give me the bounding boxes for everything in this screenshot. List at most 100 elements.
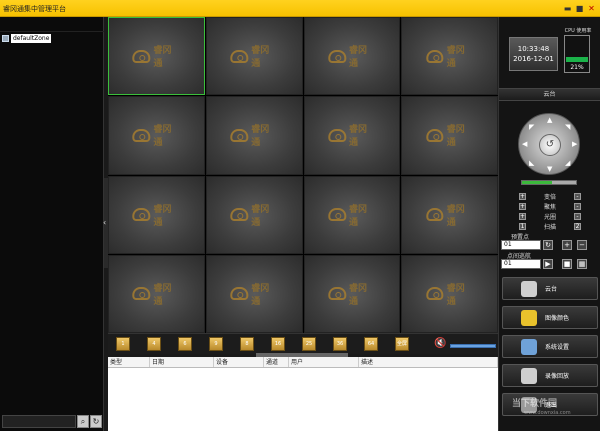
layout-button[interactable]: 6: [178, 337, 192, 351]
video-cell[interactable]: 睿冈通: [303, 96, 401, 175]
preset-remove-icon[interactable]: −: [577, 240, 587, 250]
video-cell[interactable]: 睿冈通: [205, 175, 303, 254]
ptz-decrease-button[interactable]: -: [574, 202, 581, 210]
layout-button[interactable]: 16: [271, 337, 285, 351]
video-cell[interactable]: 睿冈通: [401, 17, 498, 96]
video-cell[interactable]: 睿冈通: [303, 254, 401, 333]
search-input[interactable]: [2, 415, 76, 428]
log-column-header[interactable]: 设备: [214, 357, 264, 367]
logo-text: 睿冈通: [251, 283, 270, 307]
logo-text: 睿冈通: [153, 125, 172, 149]
log-column-header[interactable]: 日期: [150, 357, 214, 367]
video-cell[interactable]: 睿冈通: [401, 254, 498, 333]
brand-logo: 睿冈通: [328, 281, 375, 307]
arrow-right-icon[interactable]: ▶: [572, 140, 577, 148]
logo-text: 睿冈通: [153, 204, 172, 228]
log-column-header[interactable]: 通道: [264, 357, 289, 367]
zone-icon: [2, 35, 9, 42]
arrow-up-right-icon[interactable]: ◥: [565, 123, 570, 131]
cloud-icon: [425, 208, 444, 222]
ptz-increase-button[interactable]: +: [519, 192, 526, 200]
volume-slider[interactable]: [450, 344, 496, 348]
cruise-play-icon[interactable]: ▶: [543, 259, 553, 269]
brand-logo: 睿冈通: [425, 122, 473, 148]
layout-button[interactable]: 8: [240, 337, 254, 351]
zone-item[interactable]: defaultZone: [2, 34, 52, 43]
ptz-decrease-button[interactable]: -: [574, 212, 581, 220]
video-cell[interactable]: 睿冈通: [303, 17, 401, 96]
window-title: 睿冈通集中管理平台: [3, 5, 66, 13]
clock-time: 10:33:48: [517, 45, 550, 53]
layout-button[interactable]: 25: [302, 337, 316, 351]
ptz-speed-slider[interactable]: [521, 180, 577, 185]
arrow-down-left-icon[interactable]: ◣: [529, 159, 534, 167]
log-column-header[interactable]: 描述: [359, 357, 498, 367]
logo-text: 睿冈通: [153, 283, 172, 307]
arrow-up-icon[interactable]: ▲: [547, 116, 552, 124]
arrow-down-right-icon[interactable]: ◢: [565, 159, 570, 167]
refresh-icon[interactable]: ↻: [90, 415, 102, 428]
ptz-decrease-button[interactable]: 2: [574, 222, 581, 230]
brand-logo: 睿冈通: [328, 122, 375, 148]
preset-call-icon[interactable]: ↻: [543, 240, 553, 250]
side-button[interactable]: 云台: [502, 277, 598, 300]
layout-button[interactable]: 1: [116, 337, 130, 351]
cruise-grid-icon[interactable]: ▦: [577, 259, 587, 269]
ptz-direction-pad[interactable]: ▲ ▼ ◀ ▶ ◤ ◥ ◣ ◢ ↺: [518, 113, 580, 175]
speaker-muted-icon[interactable]: 🔇: [434, 338, 446, 349]
video-cell[interactable]: 睿冈通: [108, 254, 205, 333]
video-cell[interactable]: 睿冈通: [108, 17, 205, 96]
video-cell[interactable]: 睿冈通: [108, 175, 205, 254]
logo-text: 睿冈通: [348, 204, 367, 228]
cpu-label: CPU 使用率: [564, 28, 592, 34]
logo-text: 睿冈通: [251, 46, 270, 70]
arrow-left-icon[interactable]: ◀: [522, 140, 527, 148]
layout-button[interactable]: 4: [147, 337, 161, 351]
video-cell[interactable]: 睿冈通: [205, 96, 303, 175]
side-button[interactable]: 图像颜色: [502, 306, 598, 329]
ptz-decrease-button[interactable]: -: [574, 192, 581, 200]
layout-button[interactable]: 64: [364, 337, 378, 351]
arrow-up-left-icon[interactable]: ◤: [529, 123, 534, 131]
ptz-increase-button[interactable]: +: [519, 202, 526, 210]
cruise-stop-icon[interactable]: ■: [562, 259, 572, 269]
cloud-icon: [230, 49, 249, 63]
brand-logo: 睿冈通: [328, 43, 375, 69]
cpu-percent: 21%: [570, 64, 584, 71]
ptz-reset-icon[interactable]: ↺: [539, 134, 561, 156]
cpu-meter: CPU 使用率 21%: [562, 27, 594, 73]
search-icon[interactable]: ⌕: [77, 415, 89, 428]
brand-logo: 睿冈通: [230, 122, 277, 148]
cloud-icon: [230, 128, 249, 142]
chevron-left-icon: ‹: [103, 218, 107, 227]
watermark-url: www.downxia.com: [524, 410, 571, 416]
preset-add-icon[interactable]: +: [562, 240, 572, 250]
video-cell[interactable]: 睿冈通: [205, 254, 303, 333]
side-button[interactable]: 录像回放: [502, 364, 598, 387]
minimize-button[interactable]: ▬: [562, 3, 573, 14]
video-cell[interactable]: 睿冈通: [401, 96, 498, 175]
preset-select[interactable]: 01: [501, 240, 541, 250]
brand-logo: 睿冈通: [132, 43, 180, 69]
close-button[interactable]: ✕: [586, 3, 597, 14]
arrow-down-icon[interactable]: ▼: [547, 165, 552, 173]
video-cell[interactable]: 睿冈通: [401, 175, 498, 254]
cloud-icon: [328, 128, 346, 142]
log-column-header[interactable]: 类型: [108, 357, 150, 367]
layout-button[interactable]: 全屏: [395, 337, 409, 351]
ptz-increase-button[interactable]: 1: [519, 222, 526, 230]
ptz-increase-button[interactable]: +: [519, 212, 526, 220]
maximize-button[interactable]: ■: [574, 3, 585, 14]
video-cell[interactable]: 睿冈通: [108, 96, 205, 175]
cruise-select[interactable]: 01: [501, 259, 541, 269]
playback-icon: [521, 367, 537, 384]
video-cell[interactable]: 睿冈通: [303, 175, 401, 254]
layout-button[interactable]: 36: [333, 337, 347, 351]
color-icon: [521, 309, 537, 326]
layout-button[interactable]: 9: [209, 337, 223, 351]
log-column-header[interactable]: 用户: [289, 357, 359, 367]
video-cell[interactable]: 睿冈通: [205, 17, 303, 96]
ptz-control-label: 聚焦: [543, 203, 556, 211]
side-button[interactable]: 系统设置: [502, 335, 598, 358]
cloud-icon: [425, 287, 444, 301]
